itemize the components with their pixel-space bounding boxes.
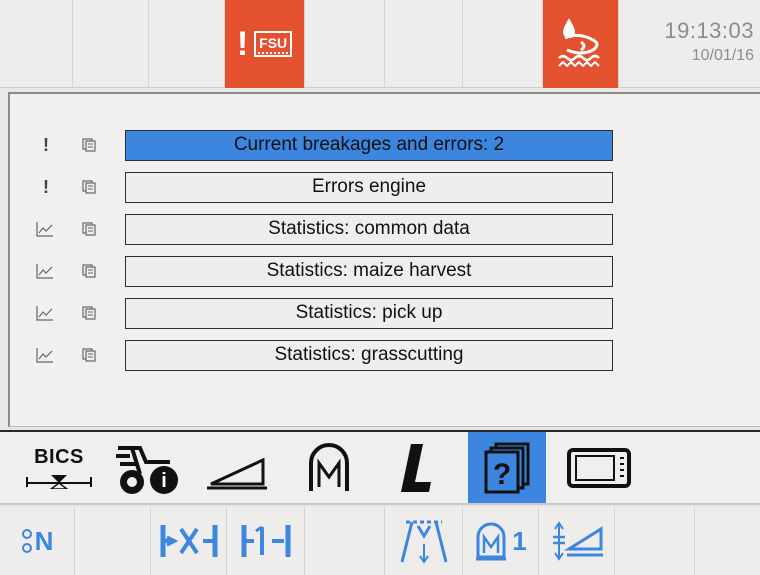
menu-row: Statistics: pick up <box>10 297 630 329</box>
m-attachment-1-icon <box>476 522 507 561</box>
warning-icon: ! <box>43 134 49 155</box>
status-slot-3 <box>149 0 225 88</box>
chart-icon <box>36 348 53 363</box>
clock: 19:13:03 10/01/16 <box>619 0 760 88</box>
status-slot-7 <box>463 0 543 88</box>
clock-time: 19:13:03 <box>664 18 754 43</box>
chart-icon <box>36 306 53 321</box>
ramp-icon <box>207 457 267 489</box>
tractor-info-icon: i <box>116 445 178 494</box>
header-height-icon <box>552 521 603 561</box>
status-slot-1 <box>0 0 73 88</box>
fsu-alarm-icon: ! FSU <box>237 27 293 61</box>
menu-item-statistics-common-data[interactable]: Statistics: common data <box>125 213 613 245</box>
status-slot-5 <box>305 0 385 88</box>
menu-panel: ! Current breakages and errors: 2 ! Erro… <box>8 92 760 427</box>
bottom-slot-9 <box>615 507 695 575</box>
neutral-gear-icon <box>21 529 32 553</box>
bottom-status-bar: N 1 <box>0 507 760 575</box>
svg-text:?: ? <box>493 458 511 491</box>
neutral-indicator[interactable]: N <box>0 507 75 575</box>
hydraulic-alarm[interactable] <box>543 0 619 88</box>
m-attachment-button[interactable] <box>288 432 370 503</box>
m-attachment-1-label: 1 <box>512 525 527 556</box>
help-book-icon: ? <box>484 442 530 493</box>
function-toolbar: BICS i ? <box>0 430 760 505</box>
fxh-icon <box>160 525 217 557</box>
pickup-icon <box>400 520 447 564</box>
menu-item-statistics-grasscutting[interactable]: Statistics: grasscutting <box>125 339 613 371</box>
hydraulic-warning-icon <box>557 18 600 68</box>
screen-button[interactable] <box>558 432 640 503</box>
menu-item-statistics-pick-up[interactable]: Statistics: pick up <box>125 297 613 329</box>
menu-item-statistics-maize-harvest[interactable]: Statistics: maize harvest <box>125 255 613 287</box>
l-button[interactable] <box>376 432 458 503</box>
menu-row: Statistics: grasscutting <box>10 339 630 371</box>
neutral-label: N <box>34 525 54 556</box>
bics-icon <box>26 475 92 489</box>
menu-row: Statistics: common data <box>10 213 630 245</box>
warning-icon: ! <box>43 176 49 197</box>
clock-date: 10/01/16 <box>691 47 754 64</box>
status-slot-2 <box>73 0 149 88</box>
chart-icon <box>36 264 53 279</box>
menu-item-current-breakages[interactable]: Current breakages and errors: 2 <box>125 129 613 161</box>
status-bar: ! FSU 19:13:03 10/01/16 <box>0 0 760 88</box>
l-icon <box>401 443 431 492</box>
chart-icon <box>36 222 53 237</box>
document-icon <box>82 180 96 194</box>
m-attachment-1-button[interactable]: 1 <box>463 507 539 575</box>
status-slot-6 <box>385 0 463 88</box>
bics-label: BICS <box>34 446 84 468</box>
ramp-button[interactable] <box>196 432 278 503</box>
document-icon <box>82 306 96 320</box>
screen-icon <box>567 447 631 488</box>
fh-button[interactable] <box>227 507 305 575</box>
fsu-label: FSU <box>254 31 293 57</box>
svg-text:i: i <box>161 470 167 492</box>
menu-row: Statistics: maize harvest <box>10 255 630 287</box>
menu-row: ! Errors engine <box>10 171 630 203</box>
header-height-button[interactable] <box>539 507 615 575</box>
fsu-alarm[interactable]: ! FSU <box>225 0 305 88</box>
m-attachment-icon <box>309 442 349 491</box>
menu-item-errors-engine[interactable]: Errors engine <box>125 171 613 203</box>
document-icon <box>82 348 96 362</box>
bottom-slot-2 <box>75 507 151 575</box>
document-icon <box>82 264 96 278</box>
pickup-button[interactable] <box>385 507 463 575</box>
fh-icon <box>241 525 290 557</box>
bottom-slot-5 <box>305 507 385 575</box>
tractor-info-button[interactable]: i <box>108 432 190 503</box>
document-icon <box>82 138 96 152</box>
bics-button[interactable]: BICS <box>18 432 100 503</box>
document-icon <box>82 222 96 236</box>
help-book-button[interactable]: ? <box>468 432 546 503</box>
bottom-slot-10 <box>695 507 760 575</box>
menu-row: ! Current breakages and errors: 2 <box>10 129 630 161</box>
fxh-button[interactable] <box>151 507 227 575</box>
